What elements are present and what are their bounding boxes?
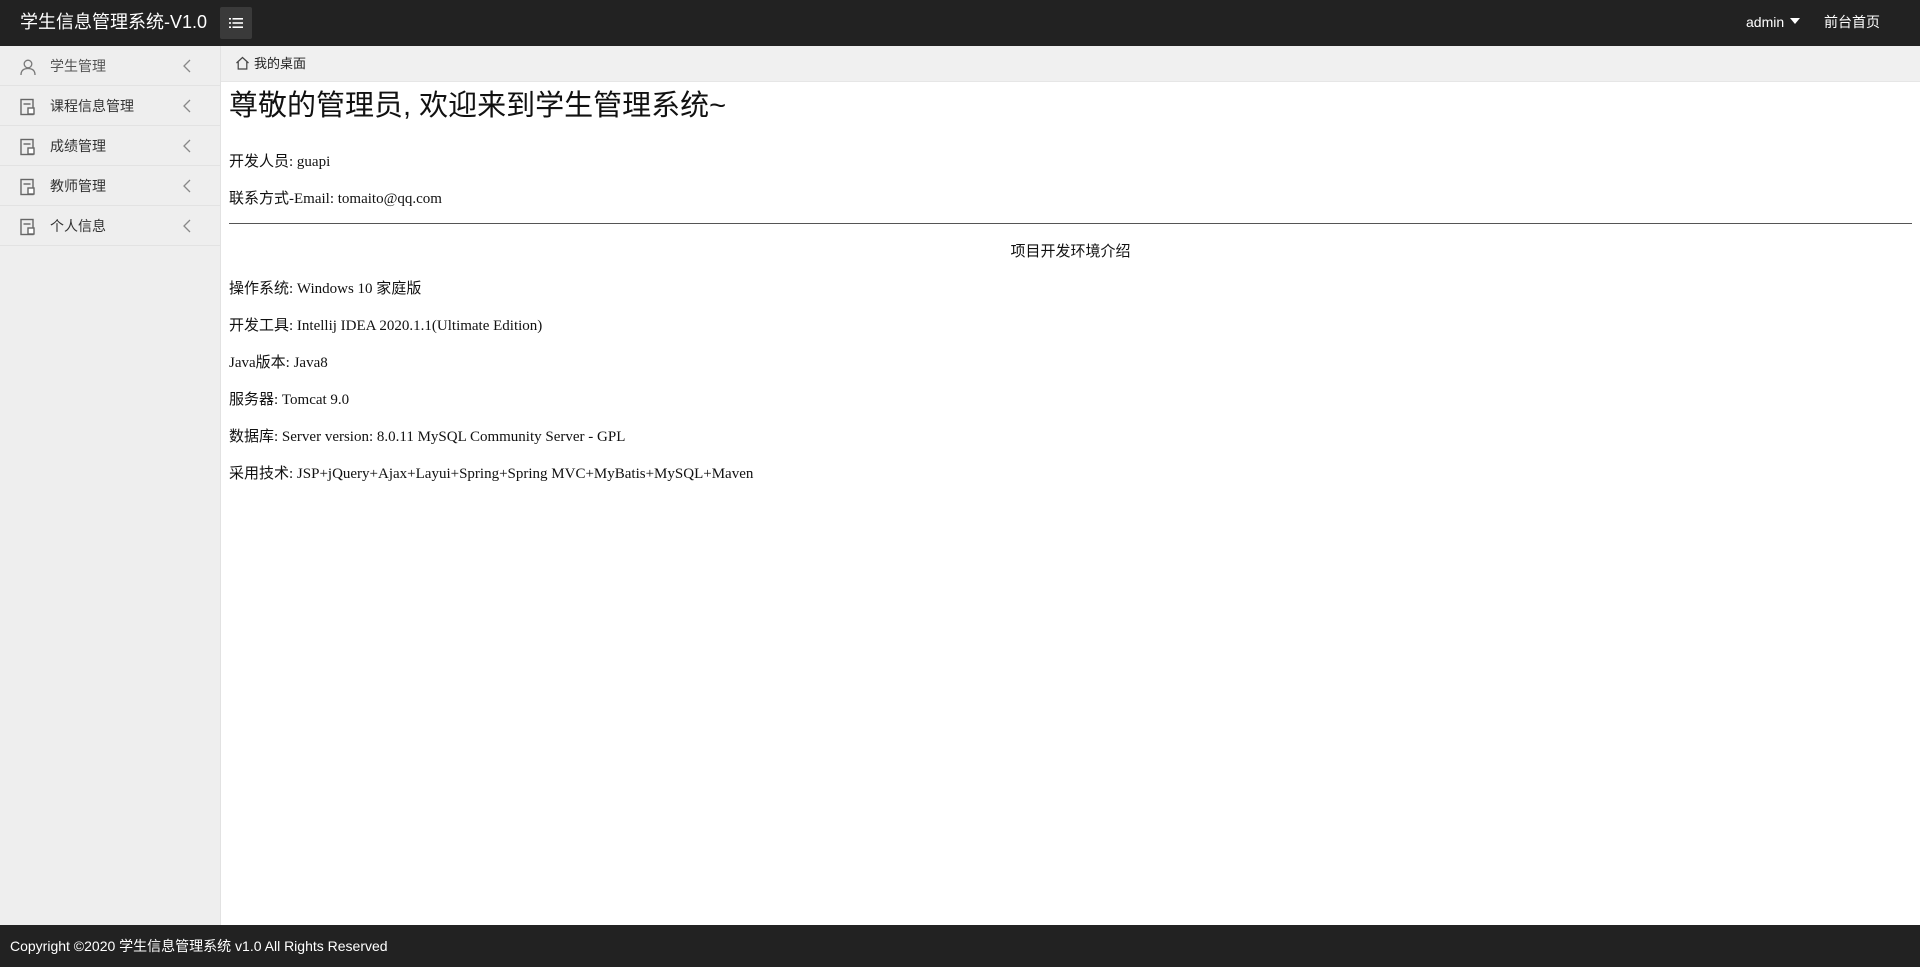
chevron-left-icon bbox=[183, 219, 191, 233]
env-ide: 开发工具: Intellij IDEA 2020.1.1(Ultimate Ed… bbox=[229, 318, 543, 334]
list-icon bbox=[229, 18, 243, 28]
sidebar-item-label: 成绩管理 bbox=[50, 138, 106, 154]
welcome-heading: 尊敬的管理员, 欢迎来到学生管理系统~ bbox=[229, 90, 727, 122]
sidebar-item-label: 个人信息 bbox=[50, 218, 106, 234]
developer-info: 开发人员: guapi bbox=[229, 154, 331, 170]
user-name: admin bbox=[1746, 14, 1785, 30]
tab-label: 我的桌面 bbox=[254, 56, 307, 71]
env-java-version: Java版本: Java8 bbox=[229, 355, 328, 371]
sidebar-item-course-management[interactable]: 课程信息管理 bbox=[0, 86, 220, 126]
main-content: 尊敬的管理员, 欢迎来到学生管理系统~ 开发人员: guapi 联系方式-Ema… bbox=[229, 82, 1912, 482]
sidebar-item-label: 课程信息管理 bbox=[50, 98, 134, 114]
env-tech-stack: 采用技术: JSP+jQuery+Ajax+Layui+Spring+Sprin… bbox=[229, 466, 754, 482]
environment-list: 操作系统: Windows 10 家庭版 开发工具: Intellij IDEA… bbox=[229, 279, 753, 501]
env-server: 服务器: Tomcat 9.0 bbox=[229, 392, 350, 408]
contact-info: 联系方式-Email: tomaito@qq.com bbox=[229, 191, 442, 207]
user-menu[interactable]: admin bbox=[1746, 0, 1801, 46]
footer: Copyright ©2020 学生信息管理系统 v1.0 All Rights… bbox=[0, 925, 1920, 967]
document-icon bbox=[20, 98, 35, 116]
chevron-left-icon bbox=[183, 179, 191, 193]
env-os: 操作系统: Windows 10 家庭版 bbox=[229, 281, 422, 297]
chevron-left-icon bbox=[183, 139, 191, 153]
caret-down-icon bbox=[1790, 18, 1801, 25]
sidebar-item-label: 教师管理 bbox=[50, 178, 106, 194]
document-icon bbox=[20, 178, 35, 196]
sidebar-item-grade-management[interactable]: 成绩管理 bbox=[0, 126, 220, 166]
divider bbox=[229, 223, 1912, 224]
chevron-left-icon bbox=[183, 59, 191, 73]
sidebar: 学生管理 课程信息管理 成绩管理 教师管理 个人信息 bbox=[0, 46, 221, 925]
copyright-text: Copyright ©2020 学生信息管理系统 v1.0 All Rights… bbox=[10, 938, 388, 954]
sidebar-item-personal-info[interactable]: 个人信息 bbox=[0, 206, 220, 246]
app-logo-title[interactable]: 学生信息管理系统-V1.0 bbox=[20, 0, 207, 46]
sidebar-item-teacher-management[interactable]: 教师管理 bbox=[0, 166, 220, 206]
tab-bar: 我的桌面 bbox=[221, 46, 1920, 82]
top-header: 学生信息管理系统-V1.0 admin 前台首页 bbox=[0, 0, 1920, 46]
tab-my-desktop[interactable]: 我的桌面 bbox=[235, 46, 306, 82]
document-icon bbox=[20, 218, 35, 236]
user-icon bbox=[20, 59, 36, 76]
sidebar-item-student-management[interactable]: 学生管理 bbox=[0, 46, 220, 86]
home-icon bbox=[236, 56, 249, 70]
section-title: 项目开发环境介绍 bbox=[1010, 243, 1131, 260]
chevron-left-icon bbox=[183, 99, 191, 113]
env-database: 数据库: Server version: 8.0.11 MySQL Commun… bbox=[229, 429, 626, 445]
frontend-home-link[interactable]: 前台首页 bbox=[1824, 0, 1880, 46]
sidebar-item-label: 学生管理 bbox=[50, 58, 106, 74]
menu-toggle-button[interactable] bbox=[220, 7, 252, 39]
document-icon bbox=[20, 138, 35, 156]
